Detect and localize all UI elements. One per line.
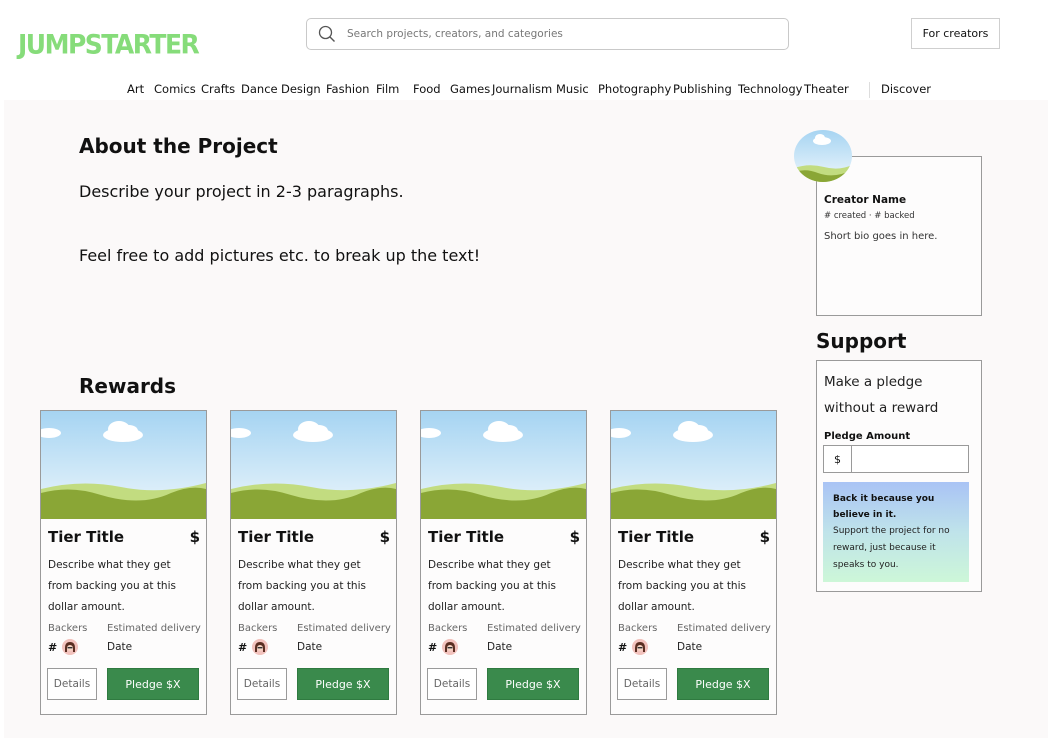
nav-theater[interactable]: Theater [804,82,849,96]
delivery-label: Estimated delivery [297,623,391,634]
jumpstarter-logo[interactable]: JUMPSTARTER [18,29,200,60]
creator-bio: Short bio goes in here. [824,231,938,242]
nav-food[interactable]: Food [413,82,441,96]
pledge-amount-field[interactable]: $ [823,445,969,473]
support-card: Make a pledge without a reward Pledge Am… [816,360,982,592]
backers-count: # [428,640,438,654]
delivery-label: Estimated delivery [677,623,771,634]
back-it-text: Support the project for no reward, just … [833,526,950,570]
tier-description: Describe what they get from backing you … [48,559,176,613]
creator-card: Creator Name # created · # backed Short … [816,156,982,316]
pledge-amount-label: Pledge Amount [824,431,911,442]
pledge-button[interactable]: Pledge $X [487,668,579,700]
tier-title: Tier Title [428,528,505,546]
nav-fashion[interactable]: Fashion [326,82,369,96]
backers-count: # [48,640,58,654]
tier-price: $ [189,528,200,546]
details-button[interactable]: Details [427,668,477,700]
avatar [62,639,79,655]
avatar [632,639,649,655]
avatar [252,639,269,655]
tier-price: $ [569,528,580,546]
category-nav: Art Comics Crafts Dance Design Fashion F… [0,82,1048,98]
tier-title: Tier Title [618,528,695,546]
pledge-button[interactable]: Pledge $X [677,668,769,700]
delivery-label: Estimated delivery [107,623,201,634]
avatar [442,639,459,655]
pledge-button[interactable]: Pledge $X [297,668,389,700]
reward-image [421,411,586,519]
nav-technology[interactable]: Technology [738,82,802,96]
tier-description: Describe what they get from backing you … [428,559,556,613]
nav-art[interactable]: Art [127,82,144,96]
reward-image [41,411,206,519]
backers-label: Backers [618,623,658,634]
nav-design[interactable]: Design [281,82,321,96]
search-icon [307,18,347,50]
backers-label: Backers [48,623,88,634]
delivery-date: Date [677,641,703,653]
nav-journalism[interactable]: Journalism [492,82,552,96]
reward-card: Tier Title $ Describe what they get from … [230,410,397,715]
back-it-card[interactable]: Back it because you believe in it. Suppo… [823,482,969,582]
reward-card: Tier Title $ Describe what they get from … [420,410,587,715]
creator-name[interactable]: Creator Name [824,194,906,206]
nav-photography[interactable]: Photography [598,82,671,96]
backers-count: # [618,640,628,654]
creator-stats: # created · # backed [824,211,915,221]
delivery-date: Date [107,641,133,653]
backers-label: Backers [428,623,468,634]
nav-divider [869,82,870,98]
tier-title: Tier Title [48,528,125,546]
delivery-date: Date [487,641,513,653]
search-bar[interactable] [306,18,789,50]
reward-image [611,411,776,519]
delivery-date: Date [297,641,323,653]
for-creators-button[interactable]: For creators [911,18,1000,49]
about-paragraph: Describe your project in 2-3 paragraphs. [79,182,404,201]
pledge-amount-input[interactable] [852,446,968,472]
about-title: About the Project [79,134,278,158]
tier-title: Tier Title [238,528,315,546]
creator-avatar[interactable] [794,130,852,182]
nav-comics[interactable]: Comics [154,82,196,96]
nav-crafts[interactable]: Crafts [201,82,235,96]
support-description: Make a pledge without a reward [824,374,939,416]
pledge-button[interactable]: Pledge $X [107,668,199,700]
details-button[interactable]: Details [617,668,667,700]
nav-music[interactable]: Music [556,82,589,96]
reward-card: Tier Title $ Describe what they get from … [40,410,207,715]
reward-card: Tier Title $ Describe what they get from … [610,410,777,715]
nav-publishing[interactable]: Publishing [673,82,732,96]
nav-games[interactable]: Games [450,82,490,96]
about-paragraph: Feel free to add pictures etc. to break … [79,246,481,265]
details-button[interactable]: Details [47,668,97,700]
support-title: Support [816,329,907,353]
delivery-label: Estimated delivery [487,623,581,634]
nav-discover[interactable]: Discover [881,82,931,96]
tier-price: $ [759,528,770,546]
search-input[interactable] [347,28,767,40]
backers-count: # [238,640,248,654]
backers-label: Backers [238,623,278,634]
nav-film[interactable]: Film [376,82,399,96]
rewards-title: Rewards [79,374,177,398]
tier-description: Describe what they get from backing you … [618,559,746,613]
tier-description: Describe what they get from backing you … [238,559,366,613]
back-it-title: Back it because you believe in it. [833,494,935,520]
nav-dance[interactable]: Dance [241,82,278,96]
details-button[interactable]: Details [237,668,287,700]
tier-price: $ [379,528,390,546]
reward-image [231,411,396,519]
currency-symbol: $ [824,446,852,472]
